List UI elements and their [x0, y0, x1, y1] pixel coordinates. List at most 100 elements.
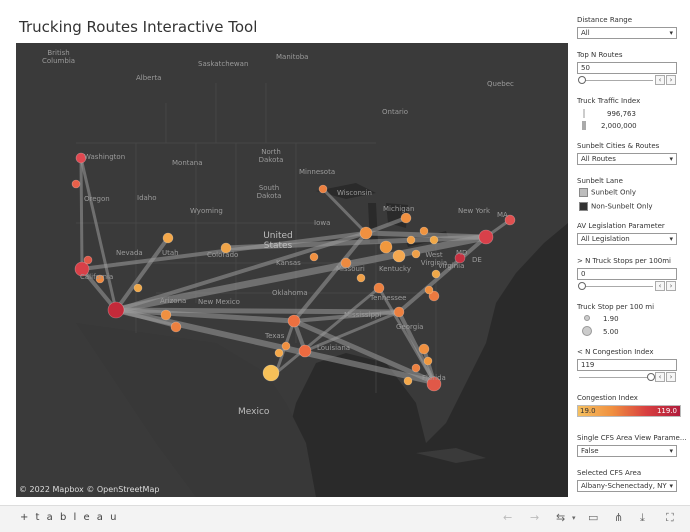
sunbelt-cities-value: All Routes: [581, 155, 616, 163]
chevron-left-icon[interactable]: ‹: [655, 281, 665, 291]
chevron-left-icon[interactable]: ‹: [655, 372, 665, 382]
place-labels: British Columbia Saskatchewan Manitoba Q…: [16, 43, 568, 497]
n-congestion-slider[interactable]: ‹ ›: [577, 372, 677, 382]
refresh-icon[interactable]: ▭: [588, 511, 598, 524]
n-truck-stops-slider[interactable]: ‹ ›: [577, 281, 677, 291]
truck-stop-value-low: 1.90: [603, 315, 619, 323]
slider-handle[interactable]: [578, 76, 586, 84]
place-label: Kansas: [276, 259, 301, 267]
place-label: Iowa: [314, 219, 331, 227]
revert-icon[interactable]: ⇆: [556, 511, 565, 524]
distance-range-select[interactable]: All ▾: [577, 27, 677, 39]
sunbelt-lane-item[interactable]: Sunbelt Only: [579, 188, 636, 197]
top-n-routes-slider[interactable]: ‹ ›: [577, 75, 677, 85]
place-label: Florida: [422, 374, 446, 382]
av-legislation-value: All Legislation: [581, 235, 630, 243]
place-label: New Mexico: [198, 298, 240, 306]
place-label: Tennessee: [370, 294, 407, 302]
place-label: Texas: [265, 332, 285, 340]
chevron-down-icon: ▾: [669, 447, 673, 455]
place-label: California: [80, 273, 114, 281]
place-label: Utah: [162, 249, 179, 257]
top-n-routes-input[interactable]: 50: [577, 62, 677, 74]
place-label: New York: [458, 207, 491, 215]
sunbelt-lane-item-label: Non-Sunbelt Only: [591, 202, 653, 211]
swatch-icon: [579, 202, 588, 211]
slider-handle[interactable]: [578, 282, 586, 290]
redo-icon[interactable]: →: [530, 511, 539, 524]
place-label: Manitoba: [276, 53, 309, 61]
place-label: Wyoming: [190, 207, 223, 215]
place-label: Montana: [172, 159, 203, 167]
place-label: DE: [472, 256, 482, 264]
circle-large-icon: [582, 326, 592, 336]
truck-traffic-label: Truck Traffic Index: [577, 97, 641, 105]
tableau-logo[interactable]: + t a b l e a u: [20, 512, 118, 523]
place-label: United States: [263, 231, 293, 251]
map-attribution[interactable]: © 2022 Mapbox © OpenStreetMap: [19, 485, 159, 494]
sunbelt-lane-item[interactable]: Non-Sunbelt Only: [579, 202, 653, 211]
place-label: North Dakota: [258, 148, 284, 164]
truck-stop-legend: 1.90 5.00: [577, 313, 677, 341]
slider-track: [579, 80, 653, 81]
selected-cfs-select[interactable]: Albany-Schenectady, NY ▾: [577, 480, 677, 492]
place-label: Idaho: [137, 194, 157, 202]
place-label: Georgia: [396, 323, 424, 331]
single-cfs-label: Single CFS Area View Parame...: [577, 434, 687, 442]
undo-icon[interactable]: ←: [503, 511, 512, 524]
chevron-down-icon: ▾: [669, 155, 673, 163]
place-label: Oklahoma: [272, 289, 308, 297]
n-truck-stops-input[interactable]: 0: [577, 268, 677, 280]
tableau-dashboard: Trucking Routes Interactive Tool British…: [0, 0, 690, 532]
slider-track: [579, 286, 653, 287]
place-label: Mississippi: [344, 311, 382, 319]
place-label: Oregon: [84, 195, 110, 203]
sunbelt-cities-label: Sunbelt Cities & Routes: [577, 142, 660, 150]
map-view[interactable]: British Columbia Saskatchewan Manitoba Q…: [16, 43, 568, 497]
chevron-down-icon[interactable]: ▾: [572, 514, 576, 522]
place-label: South Dakota: [256, 184, 282, 200]
chevron-down-icon: ▾: [669, 29, 673, 37]
av-legislation-label: AV Legislation Parameter: [577, 222, 665, 230]
chevron-right-icon[interactable]: ›: [666, 281, 676, 291]
place-label: Wisconsin: [337, 189, 372, 197]
n-congestion-label: < N Congestion Index: [577, 348, 654, 356]
place-label: Quebec: [487, 80, 514, 88]
av-legislation-select[interactable]: All Legislation ▾: [577, 233, 677, 245]
chevron-right-icon[interactable]: ›: [666, 372, 676, 382]
place-label: Saskatchewan: [198, 60, 249, 68]
distance-range-value: All: [581, 29, 590, 37]
distance-range-label: Distance Range: [577, 16, 633, 24]
congestion-index-gradient: 19.0 119.0: [577, 405, 681, 417]
swatch-icon: [579, 188, 588, 197]
n-congestion-input[interactable]: 119: [577, 359, 677, 371]
share-icon[interactable]: ⋔: [614, 511, 623, 524]
place-label: Washington: [84, 153, 126, 161]
circle-small-icon: [584, 315, 590, 321]
place-label: MA: [497, 211, 508, 219]
chevron-left-icon[interactable]: ‹: [655, 75, 665, 85]
place-label: Michigan: [383, 205, 415, 213]
n-truck-stops-label: > N Truck Stops per 100mi: [577, 257, 672, 265]
place-label: Alberta: [136, 74, 162, 82]
fullscreen-icon[interactable]: ⛶: [666, 511, 674, 525]
traffic-line-thick-icon: [582, 121, 586, 130]
place-label: Mexico: [238, 407, 270, 417]
gradient-min: 19.0: [580, 407, 596, 415]
traffic-value-low: 996,763: [607, 110, 636, 118]
chevron-down-icon: ▾: [669, 235, 673, 243]
chevron-right-icon[interactable]: ›: [666, 75, 676, 85]
single-cfs-select[interactable]: False ▾: [577, 445, 677, 457]
download-icon[interactable]: ⤓: [640, 511, 645, 525]
place-label: Kentucky: [379, 265, 411, 273]
chevron-down-icon: ▾: [669, 482, 673, 490]
sunbelt-cities-select[interactable]: All Routes ▾: [577, 153, 677, 165]
truck-traffic-legend: 996,763 2,000,000: [577, 108, 677, 134]
sunbelt-lane-item-label: Sunbelt Only: [591, 188, 637, 197]
single-cfs-value: False: [581, 447, 599, 455]
truck-stop-value-high: 5.00: [603, 328, 619, 336]
traffic-value-high: 2,000,000: [601, 122, 637, 130]
gradient-max: 119.0: [656, 407, 677, 415]
place-label: MD: [456, 249, 468, 257]
slider-handle[interactable]: [647, 373, 655, 381]
